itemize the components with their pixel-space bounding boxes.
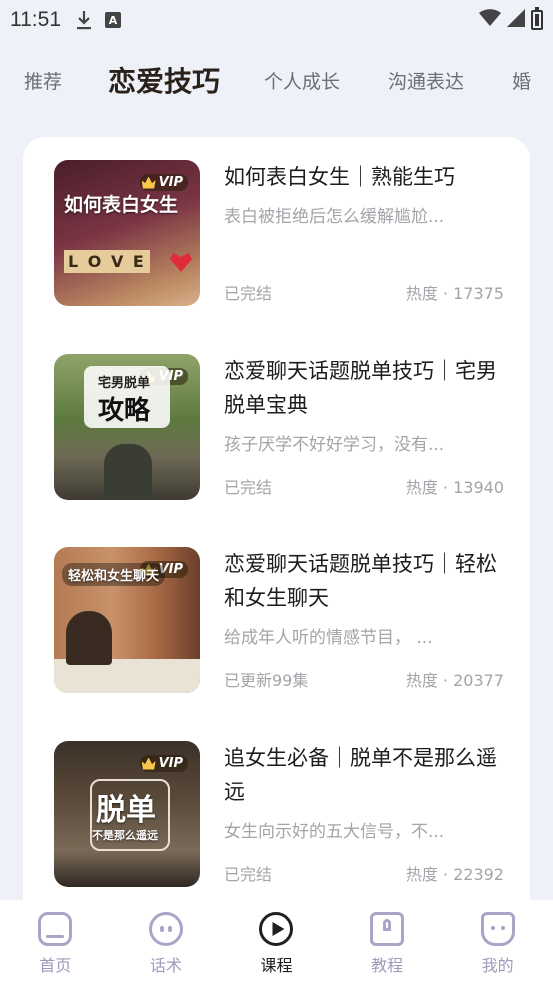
course-heat: 热度 · 20377	[405, 671, 504, 690]
course-info: 如何表白女生｜熟能生巧 表白被拒绝后怎么缓解尴尬... 已完结 热度 · 173…	[224, 160, 504, 310]
home-icon	[38, 912, 73, 946]
thumbnail-title: 如何表白女生	[64, 194, 179, 216]
battery-icon	[531, 7, 543, 30]
course-heat: 热度 · 13940	[405, 478, 504, 497]
play-icon	[259, 912, 294, 946]
course-info: 恋爱聊天话题脱单技巧｜轻松和女生聊天 给成年人听的情感节目， ... 已更新99…	[224, 547, 504, 697]
vip-badge: VIP	[139, 755, 188, 772]
status-bar: 11:51 A	[0, 0, 553, 40]
vip-badge: VIP	[139, 174, 188, 191]
course-status: 已完结	[224, 284, 273, 303]
person-figure	[104, 444, 152, 500]
nav-tutorials[interactable]: 教程	[332, 912, 442, 976]
thumbnail-subtitle: 攻略	[98, 396, 151, 426]
nav-label: 首页	[39, 956, 72, 975]
thumbnail-title: 脱单	[96, 793, 156, 828]
crown-icon	[141, 757, 156, 770]
nav-label: 话术	[149, 956, 182, 975]
category-tabs: 推荐 恋爱技巧 个人成长 沟通表达 婚	[0, 52, 553, 108]
course-description: 女生向示好的五大信号，不...	[224, 822, 445, 842]
course-title: 如何表白女生｜熟能生巧	[224, 165, 455, 189]
thumbnail-subtitle: L O V E	[64, 250, 150, 273]
thumbnail-title: 宅男脱单	[98, 376, 151, 391]
course-list-card: VIP 如何表白女生 L O V E 如何表白女生｜熟能生巧 表白被拒绝后怎么缓…	[23, 137, 530, 937]
course-title: 恋爱聊天话题脱单技巧｜轻松和女生聊天	[224, 552, 497, 610]
course-heat: 热度 · 17375	[405, 284, 504, 303]
course-description: 给成年人听的情感节目， ...	[224, 628, 433, 648]
course-title: 追女生必备｜脱单不是那么遥远	[224, 746, 497, 804]
tab-recommend[interactable]: 推荐	[0, 67, 62, 94]
nav-profile[interactable]: 我的	[443, 912, 553, 976]
app-notification-icon: A	[105, 12, 121, 28]
course-description: 表白被拒绝后怎么缓解尴尬...	[224, 207, 445, 227]
course-thumbnail: VIP 轻松和女生聊天	[54, 547, 200, 693]
course-thumbnail: VIP 宅男脱单 攻略	[54, 354, 200, 500]
status-time: 11:51	[10, 8, 61, 31]
course-description: 孩子厌学不好好学习，没有...	[224, 435, 445, 455]
nav-label: 我的	[481, 956, 514, 975]
person-figure	[66, 611, 112, 665]
course-info: 追女生必备｜脱单不是那么遥远 女生向示好的五大信号，不... 已完结 热度 · …	[224, 741, 504, 891]
course-item[interactable]: VIP 脱单 不是那么遥远 追女生必备｜脱单不是那么遥远 女生向示好的五大信号，…	[54, 741, 504, 891]
course-thumbnail: VIP 脱单 不是那么遥远	[54, 741, 200, 887]
tab-marriage[interactable]: 婚	[488, 67, 531, 94]
course-info: 恋爱聊天话题脱单技巧｜宅男脱单宝典 孩子厌学不好好学习，没有... 已完结 热度…	[224, 354, 504, 504]
course-meta: 已完结 热度 · 13940	[224, 474, 504, 498]
course-item[interactable]: VIP 宅男脱单 攻略 恋爱聊天话题脱单技巧｜宅男脱单宝典 孩子厌学不好好学习，…	[54, 354, 504, 504]
course-status: 已完结	[224, 865, 273, 884]
heart-icon	[170, 253, 192, 272]
nav-home[interactable]: 首页	[0, 912, 110, 976]
course-status: 已完结	[224, 478, 273, 497]
chat-face-icon	[148, 912, 183, 946]
course-meta: 已完结 热度 · 22392	[224, 861, 504, 885]
bottom-navigation: 首页 话术 课程 教程 我的	[0, 900, 553, 984]
course-meta: 已完结 热度 · 17375	[224, 280, 504, 304]
thumbnail-title: 轻松和女生聊天	[62, 563, 166, 586]
nav-scripts[interactable]: 话术	[111, 912, 221, 976]
course-thumbnail: VIP 如何表白女生 L O V E	[54, 160, 200, 306]
wifi-icon	[479, 8, 501, 32]
crown-icon	[141, 176, 156, 189]
course-status: 已更新99集	[224, 671, 309, 690]
tab-love-skills[interactable]: 恋爱技巧	[86, 60, 220, 100]
course-heat: 热度 · 22392	[405, 865, 504, 884]
course-item[interactable]: VIP 轻松和女生聊天 恋爱聊天话题脱单技巧｜轻松和女生聊天 给成年人听的情感节…	[54, 547, 504, 697]
tab-personal-growth[interactable]: 个人成长	[240, 67, 340, 94]
course-meta: 已更新99集 热度 · 20377	[224, 667, 504, 691]
tab-communication[interactable]: 沟通表达	[364, 67, 464, 94]
book-icon	[370, 912, 405, 946]
download-icon	[75, 10, 93, 30]
course-item[interactable]: VIP 如何表白女生 L O V E 如何表白女生｜熟能生巧 表白被拒绝后怎么缓…	[54, 160, 504, 310]
nav-label: 教程	[371, 956, 404, 975]
nav-label: 课程	[260, 956, 293, 975]
nav-courses[interactable]: 课程	[221, 912, 331, 976]
thumbnail-subtitle: 不是那么遥远	[92, 829, 158, 842]
course-title: 恋爱聊天话题脱单技巧｜宅男脱单宝典	[224, 359, 497, 417]
cat-face-icon	[480, 912, 515, 946]
signal-icon	[507, 8, 525, 32]
